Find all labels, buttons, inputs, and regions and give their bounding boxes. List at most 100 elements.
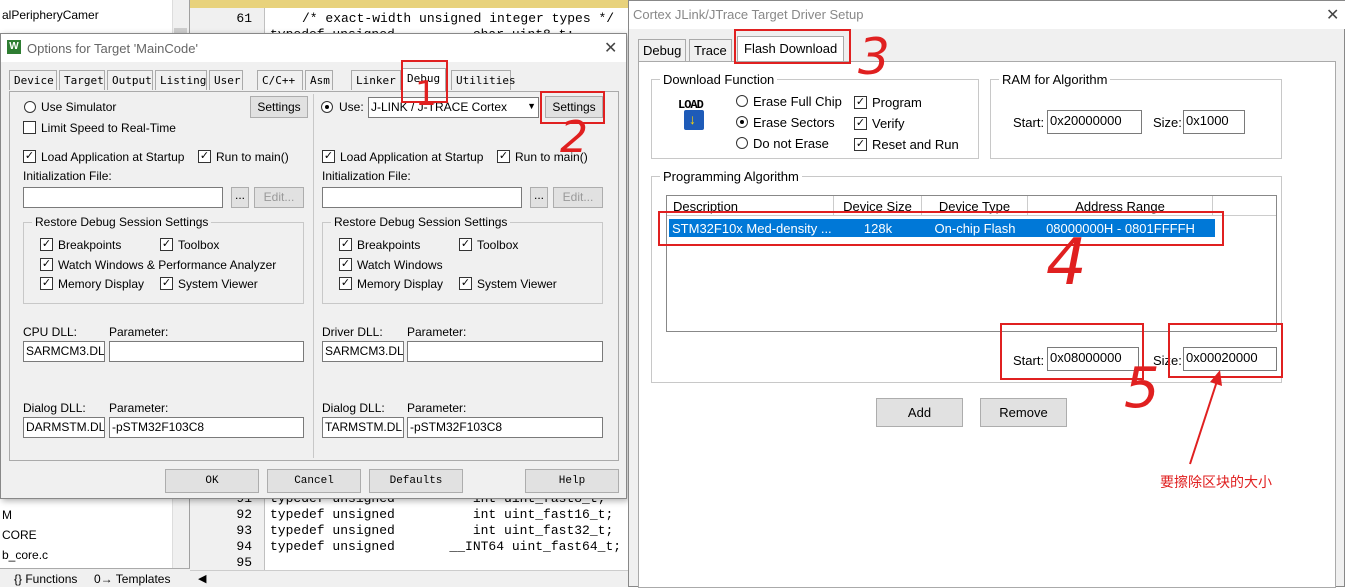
load-app-label: Load Application at Startup	[340, 150, 484, 164]
tree-item[interactable]: M	[2, 508, 12, 522]
driver-dll-label: Driver DLL:	[322, 325, 383, 339]
tab-debug[interactable]: Debug	[402, 68, 446, 92]
download-function-group: Download Function LOAD ↓ Erase Full Chip…	[651, 72, 979, 159]
flash-size-label: Size:	[1153, 353, 1182, 368]
col-address-range[interactable]: Address Range	[1028, 196, 1213, 216]
ram-start-input[interactable]: 0x20000000	[1047, 110, 1142, 134]
tab-target[interactable]: Target	[59, 70, 105, 90]
tab-cpp[interactable]: C/C++	[257, 70, 303, 90]
debugger-settings-button[interactable]: Settings	[545, 96, 603, 118]
panel-divider	[313, 94, 314, 458]
use-simulator-radio[interactable]	[24, 101, 36, 113]
tab-asm[interactable]: Asm	[305, 70, 333, 90]
do-not-erase-radio[interactable]	[736, 137, 748, 149]
flash-start-input[interactable]: 0x08000000	[1047, 347, 1139, 371]
breakpoints-checkbox[interactable]: ✓	[40, 238, 53, 251]
watch-windows-checkbox[interactable]: ✓	[40, 258, 53, 271]
memory-display-checkbox[interactable]: ✓	[40, 277, 53, 290]
load-app-checkbox[interactable]: ✓	[322, 150, 335, 163]
tree-item[interactable]: alPeripheryCamer	[2, 8, 99, 22]
simulator-settings-button[interactable]: Settings	[250, 96, 308, 118]
debugger-select[interactable]: J-LINK / J-TRACE Cortex ▼	[368, 97, 539, 118]
col-device-type[interactable]: Device Type	[922, 196, 1028, 216]
ok-button[interactable]: OK	[165, 469, 259, 493]
load-app-label: Load Application at Startup	[41, 150, 185, 164]
run-to-main-checkbox[interactable]: ✓	[198, 150, 211, 163]
init-file-edit-button[interactable]: Edit...	[254, 187, 304, 208]
col-device-size[interactable]: Device Size	[834, 196, 922, 216]
defaults-button[interactable]: Defaults	[369, 469, 463, 493]
dialog-dll-input[interactable]: TARMSTM.DLL	[322, 417, 404, 438]
dialog-param-label: Parameter:	[109, 401, 169, 415]
toolbox-checkbox[interactable]: ✓	[160, 238, 173, 251]
tab-utilities[interactable]: Utilities	[451, 70, 516, 90]
tab-listing[interactable]: Listing	[155, 70, 207, 90]
cpu-param-input[interactable]	[109, 341, 304, 362]
erase-sectors-radio[interactable]	[736, 116, 748, 128]
tab-linker[interactable]: Linker	[351, 70, 401, 90]
toolbox-checkbox[interactable]: ✓	[459, 238, 472, 251]
restore-session-group: Restore Debug Session Settings ✓ Breakpo…	[322, 215, 603, 304]
table-row[interactable]: STM32F10x Med-density ... 128k On-chip F…	[669, 219, 1215, 237]
system-viewer-checkbox[interactable]: ✓	[459, 277, 472, 290]
init-file-input[interactable]	[322, 187, 522, 208]
editor-hscrollbar[interactable]: ◀	[190, 570, 630, 587]
watch-windows-checkbox[interactable]: ✓	[339, 258, 352, 271]
tab-flash-download[interactable]: Flash Download	[737, 36, 845, 62]
tab-debug[interactable]: Debug	[638, 39, 687, 61]
dialog-dll-label: Dialog DLL:	[322, 401, 385, 415]
dialog-dll-input[interactable]: DARMSTM.DLL	[23, 417, 105, 438]
erase-sectors-label: Erase Sectors	[753, 115, 835, 130]
scroll-left-icon[interactable]: ◀	[198, 572, 206, 585]
driver-dll-input[interactable]: SARMCM3.DLL	[322, 341, 404, 362]
watch-windows-label: Watch Windows	[357, 258, 443, 272]
driver-param-input[interactable]	[407, 341, 603, 362]
reset-and-run-checkbox[interactable]: ✓	[854, 138, 867, 151]
code-line: typedef unsigned __INT64 uint_fast64_t;	[270, 539, 622, 554]
init-file-browse-button[interactable]: ...	[530, 187, 548, 208]
dialog-param-input[interactable]: -pSTM32F103C8	[109, 417, 304, 438]
load-app-checkbox[interactable]: ✓	[23, 150, 36, 163]
dialog-param-input[interactable]: -pSTM32F103C8	[407, 417, 603, 438]
col-description[interactable]: Description	[667, 196, 834, 216]
erase-full-chip-radio[interactable]	[736, 95, 748, 107]
run-to-main-checkbox[interactable]: ✓	[497, 150, 510, 163]
code-line: /* exact-width unsigned integer types */	[302, 11, 615, 26]
program-checkbox[interactable]: ✓	[854, 96, 867, 109]
limit-speed-checkbox[interactable]	[23, 121, 36, 134]
tree-item[interactable]: CORE	[2, 528, 37, 542]
init-file-label: Initialization File:	[322, 169, 411, 183]
cancel-button[interactable]: Cancel	[267, 469, 361, 493]
jlink-setup-dialog: Cortex JLink/JTrace Target Driver Setup …	[628, 0, 1345, 588]
cpu-dll-input[interactable]: SARMCM3.DLL	[23, 341, 105, 362]
verify-checkbox[interactable]: ✓	[854, 117, 867, 130]
init-file-edit-button[interactable]: Edit...	[553, 187, 603, 208]
templates-tab[interactable]: 0→ Templates	[94, 572, 170, 586]
breakpoints-checkbox[interactable]: ✓	[339, 238, 352, 251]
ram-size-label: Size:	[1153, 115, 1182, 130]
tab-device[interactable]: Device	[9, 70, 57, 90]
tab-output[interactable]: Output	[107, 70, 153, 90]
driver-param-label: Parameter:	[407, 325, 467, 339]
ram-size-input[interactable]: 0x1000	[1183, 110, 1245, 134]
system-viewer-checkbox[interactable]: ✓	[160, 277, 173, 290]
close-icon[interactable]: ✕	[1326, 5, 1339, 25]
jlink-titlebar: Cortex JLink/JTrace Target Driver Setup …	[629, 1, 1345, 29]
add-button[interactable]: Add	[876, 398, 963, 427]
remove-button[interactable]: Remove	[980, 398, 1067, 427]
tab-user[interactable]: User	[209, 70, 243, 90]
programming-algorithm-group: Programming Algorithm Description Device…	[651, 169, 1282, 383]
cpu-param-label: Parameter:	[109, 325, 169, 339]
chevron-down-icon[interactable]: ▼	[527, 101, 536, 111]
tab-trace[interactable]: Trace	[689, 39, 732, 61]
help-button[interactable]: Help	[525, 469, 619, 493]
functions-tab[interactable]: {} Functions	[14, 572, 77, 586]
restore-session-group: Restore Debug Session Settings ✓ Breakpo…	[23, 215, 304, 304]
init-file-input[interactable]	[23, 187, 223, 208]
memory-display-checkbox[interactable]: ✓	[339, 277, 352, 290]
close-icon[interactable]: ✕	[604, 38, 617, 58]
row-description: STM32F10x Med-density ...	[672, 221, 832, 236]
use-debugger-radio[interactable]	[321, 101, 333, 113]
tree-item[interactable]: b_core.c	[2, 548, 48, 562]
init-file-browse-button[interactable]: ...	[231, 187, 249, 208]
